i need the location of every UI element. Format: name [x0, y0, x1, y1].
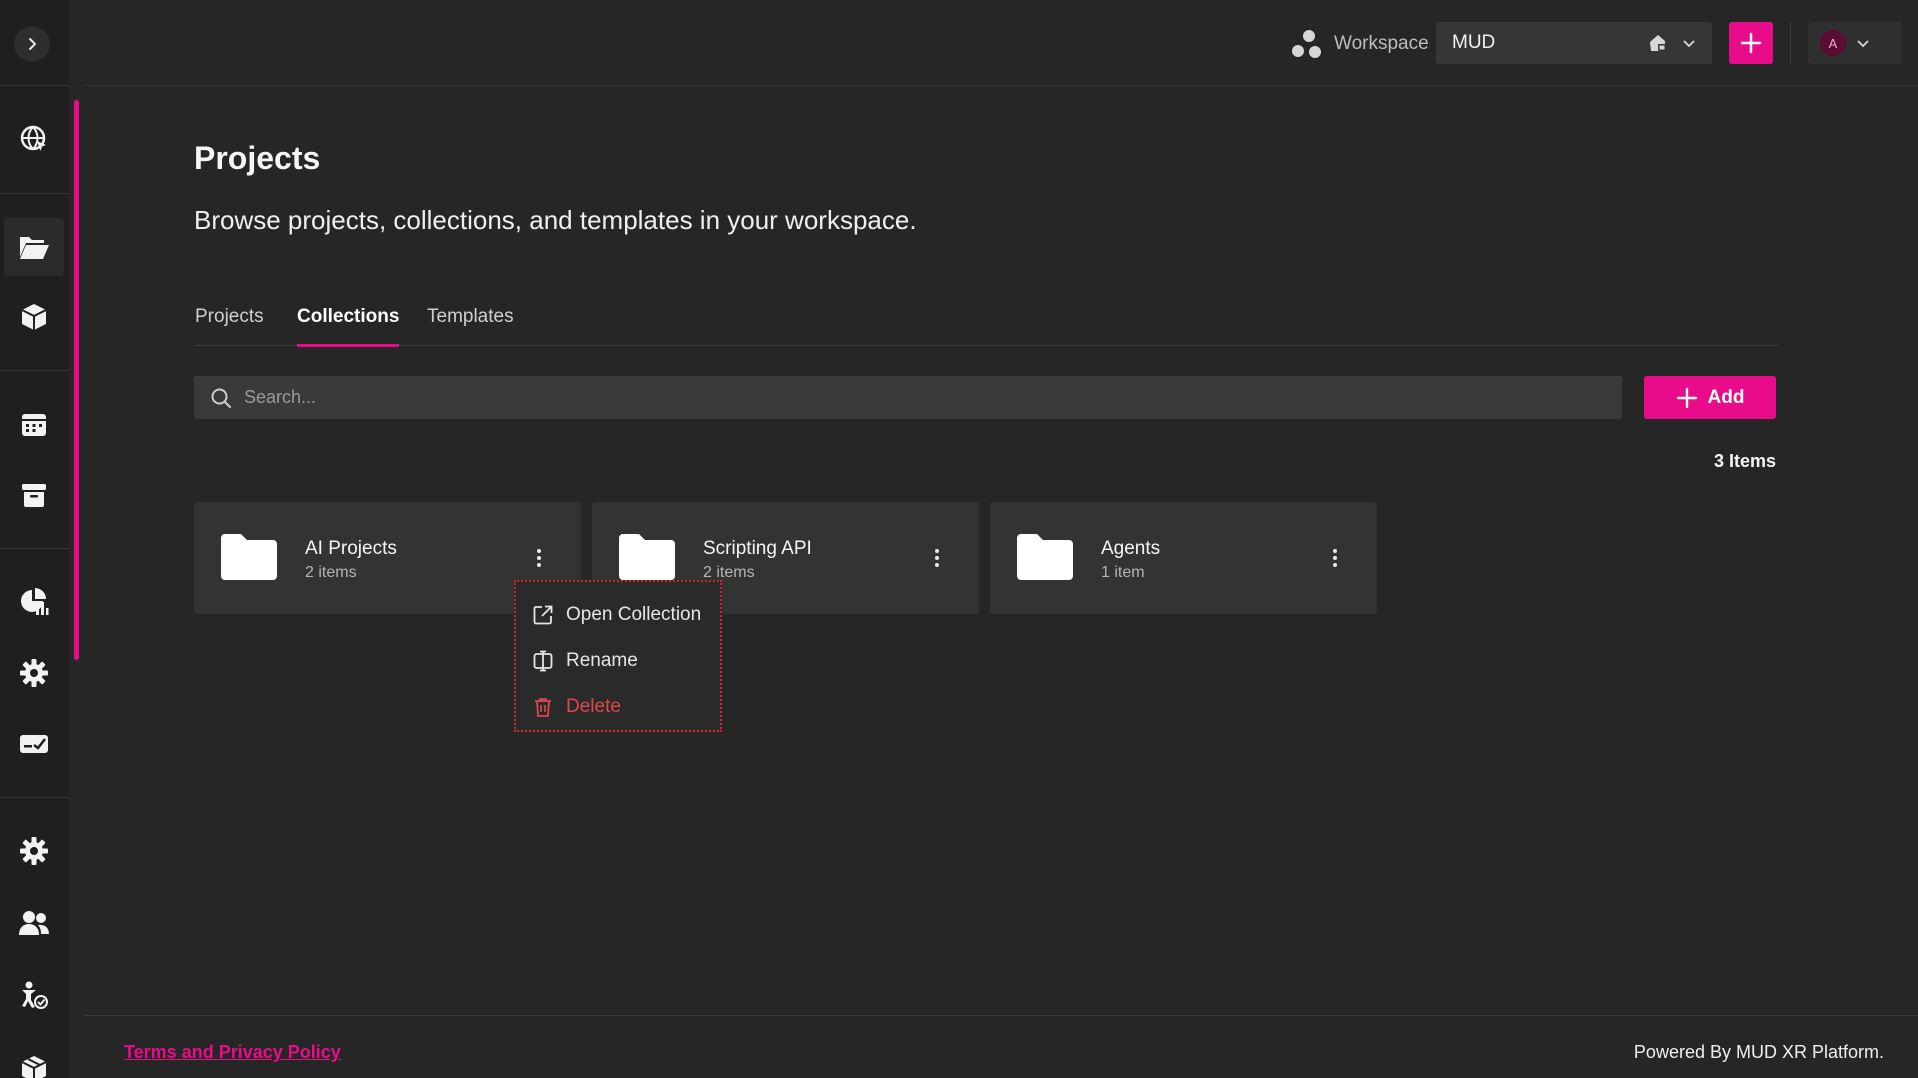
sidebar-item-gear[interactable]	[4, 644, 64, 702]
plus-icon	[1676, 387, 1697, 408]
tab-bar: Projects Collections Templates	[194, 300, 1778, 347]
package-icon	[21, 1056, 47, 1078]
users-icon	[19, 911, 49, 935]
user-menu[interactable]: A	[1808, 22, 1902, 64]
collection-count: 1 item	[1101, 564, 1145, 581]
workspace-select-value: MUD	[1452, 32, 1496, 53]
sidebar-item-calendar[interactable]	[4, 395, 64, 453]
context-menu: Open Collection Rename Delete	[514, 580, 722, 732]
more-options-button[interactable]	[925, 542, 949, 574]
collection-name: Agents	[1101, 538, 1161, 559]
rename-icon	[533, 650, 553, 672]
kebab-menu-icon	[537, 549, 541, 567]
sidebar-item-roles[interactable]	[4, 966, 64, 1024]
menu-item-delete[interactable]: Delete	[516, 684, 720, 730]
chevron-down-icon	[1857, 40, 1869, 48]
sidebar-divider	[0, 548, 69, 549]
workspace-icon	[1292, 30, 1321, 58]
workspace-label-text: Workspace	[1334, 33, 1429, 54]
archive-icon	[22, 484, 46, 507]
menu-item-open-collection[interactable]: Open Collection	[516, 592, 720, 638]
app-root: Workspace MUD A Projects Browse projects…	[0, 0, 1918, 1078]
sidebar-item-packages[interactable]	[4, 1040, 64, 1078]
menu-item-label: Open Collection	[566, 604, 702, 625]
sidebar-divider	[0, 797, 69, 798]
chevron-right-icon	[29, 38, 36, 50]
more-options-button[interactable]	[1323, 542, 1347, 574]
footer-divider	[84, 1015, 1918, 1016]
sidebar-top-divider	[0, 85, 69, 86]
sidebar-item-archive[interactable]	[4, 466, 64, 524]
powered-by-text: Powered By MUD XR Platform.	[1633, 1042, 1884, 1062]
folder-icon	[221, 534, 277, 580]
tab-templates[interactable]: Templates	[427, 306, 514, 346]
cube-icon	[21, 304, 47, 330]
analytics-icon	[21, 588, 49, 615]
workspace-select[interactable]: MUD	[1436, 22, 1712, 64]
sidebar-divider	[0, 193, 69, 194]
add-button-label: Add	[1707, 386, 1745, 408]
sidebar-scrollbar[interactable]	[74, 100, 79, 660]
card-check-icon	[20, 735, 48, 753]
menu-item-label: Delete	[566, 696, 621, 717]
search-input[interactable]	[244, 387, 1606, 408]
items-count: 3 Items	[1713, 451, 1776, 471]
tab-projects[interactable]: Projects	[195, 306, 264, 346]
folder-open-icon	[20, 237, 49, 259]
collection-card[interactable]: Agents 1 item	[990, 502, 1377, 614]
workspace-lock-icon	[1650, 35, 1666, 51]
create-button[interactable]	[1729, 22, 1773, 64]
trash-icon	[535, 698, 551, 717]
collection-name: AI Projects	[305, 538, 397, 559]
folder-icon	[1017, 534, 1073, 580]
plus-icon	[1740, 32, 1762, 54]
sidebar	[0, 0, 79, 1078]
sidebar-item-cards[interactable]	[4, 715, 64, 773]
page-subtitle: Browse projects, collections, and templa…	[194, 205, 917, 235]
sidebar-divider	[0, 370, 69, 371]
add-button[interactable]: Add	[1644, 376, 1776, 419]
menu-item-rename[interactable]: Rename	[516, 638, 720, 684]
kebab-menu-icon	[935, 549, 939, 567]
settings-icon	[20, 837, 48, 865]
sidebar-item-users[interactable]	[4, 894, 64, 952]
sidebar-item-projects[interactable]	[4, 218, 64, 276]
topbar-divider	[1790, 22, 1791, 64]
tab-collections[interactable]: Collections	[297, 306, 400, 347]
menu-item-label: Rename	[566, 650, 638, 671]
avatar: A	[1820, 30, 1846, 56]
sidebar-item-analytics[interactable]	[4, 573, 64, 631]
chevron-down-icon	[1683, 40, 1695, 48]
calendar-icon	[22, 414, 46, 436]
kebab-menu-icon	[1333, 549, 1337, 567]
sidebar-item-settings[interactable]	[4, 822, 64, 880]
sidebar-item-globe[interactable]	[4, 110, 64, 168]
search-bar	[194, 376, 1622, 419]
collection-count: 2 items	[305, 564, 357, 581]
globe-cursor-icon	[20, 125, 46, 151]
folder-icon	[619, 534, 675, 580]
gear-icon	[20, 659, 48, 687]
terms-link[interactable]: Terms and Privacy Policy	[124, 1042, 341, 1063]
more-options-button[interactable]	[527, 542, 551, 574]
search-icon	[211, 388, 231, 408]
collection-name: Scripting API	[703, 538, 812, 559]
workspace-label: Workspace	[1288, 24, 1429, 64]
top-bar: Workspace MUD A	[84, 0, 1918, 86]
external-link-icon	[533, 605, 553, 625]
sidebar-expand-button[interactable]	[14, 26, 50, 62]
sidebar-item-assets[interactable]	[4, 288, 64, 346]
page-title: Projects	[194, 140, 321, 176]
person-check-icon	[22, 981, 48, 1009]
